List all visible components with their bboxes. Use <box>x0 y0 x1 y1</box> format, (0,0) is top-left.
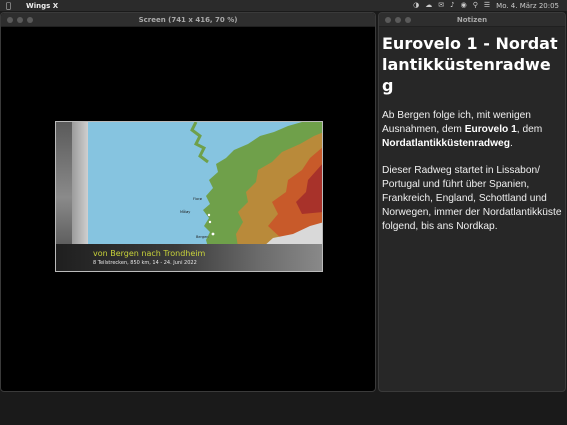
notes-window: Notizen Eurovelo 1 - Nordatlantikküstenr… <box>378 12 566 392</box>
notes-content[interactable]: Eurovelo 1 - Nordatlantikküstenradweg Ab… <box>379 27 565 238</box>
wifi-icon[interactable]: ◑ <box>413 0 419 11</box>
app-name-menu[interactable]: Wings X <box>26 2 58 10</box>
notes-paragraph-2: Dieser Radweg startet in Lissabon/ Portu… <box>382 165 562 232</box>
record-icon[interactable]: ◉ <box>461 0 467 11</box>
slide-subtitle: 8 Teilstrecken, 850 km, 14 - 24. Juni 20… <box>93 260 197 266</box>
menu-bar:  Wings X ◑ ☁ ✉ ♪ ◉ ⚲ ☰ Mo. 4. März 20:0… <box>0 0 567 11</box>
notes-paragraph-1: Ab Bergen folge ich, mit wenigen Ausnahm… <box>382 110 543 149</box>
screen-window-titlebar[interactable]: Screen (741 x 416, 70 %) <box>1 13 375 27</box>
apple-icon[interactable]:  <box>6 0 16 11</box>
slide-title: von Bergen nach Trondheim <box>93 249 206 258</box>
map-label: Bergen <box>196 235 209 239</box>
notes-window-title: Notizen <box>456 15 488 24</box>
norway-map-image <box>88 122 322 247</box>
status-area: ◑ ☁ ✉ ♪ ◉ ⚲ ☰ Mo. 4. März 20:05 <box>413 0 567 11</box>
mail-icon[interactable]: ✉ <box>438 0 444 11</box>
notes-heading: Eurovelo 1 - Nordatlantikküstenradweg <box>382 34 558 95</box>
search-icon[interactable]: ⚲ <box>473 0 478 11</box>
control-center-icon[interactable]: ☰ <box>484 0 490 11</box>
volume-icon[interactable]: ♪ <box>450 0 454 11</box>
map-label: Florø <box>193 197 202 201</box>
slide-preview[interactable]: Florø Måløy Bergen von Bergen nach Trond… <box>55 121 323 272</box>
cloud-icon[interactable]: ☁ <box>425 0 432 11</box>
screen-window-title: Screen (741 x 416, 70 %) <box>138 15 238 24</box>
menubar-clock[interactable]: Mo. 4. März 20:05 <box>496 2 559 10</box>
notes-window-titlebar[interactable]: Notizen <box>379 13 565 27</box>
map-label: Måløy <box>180 210 191 214</box>
